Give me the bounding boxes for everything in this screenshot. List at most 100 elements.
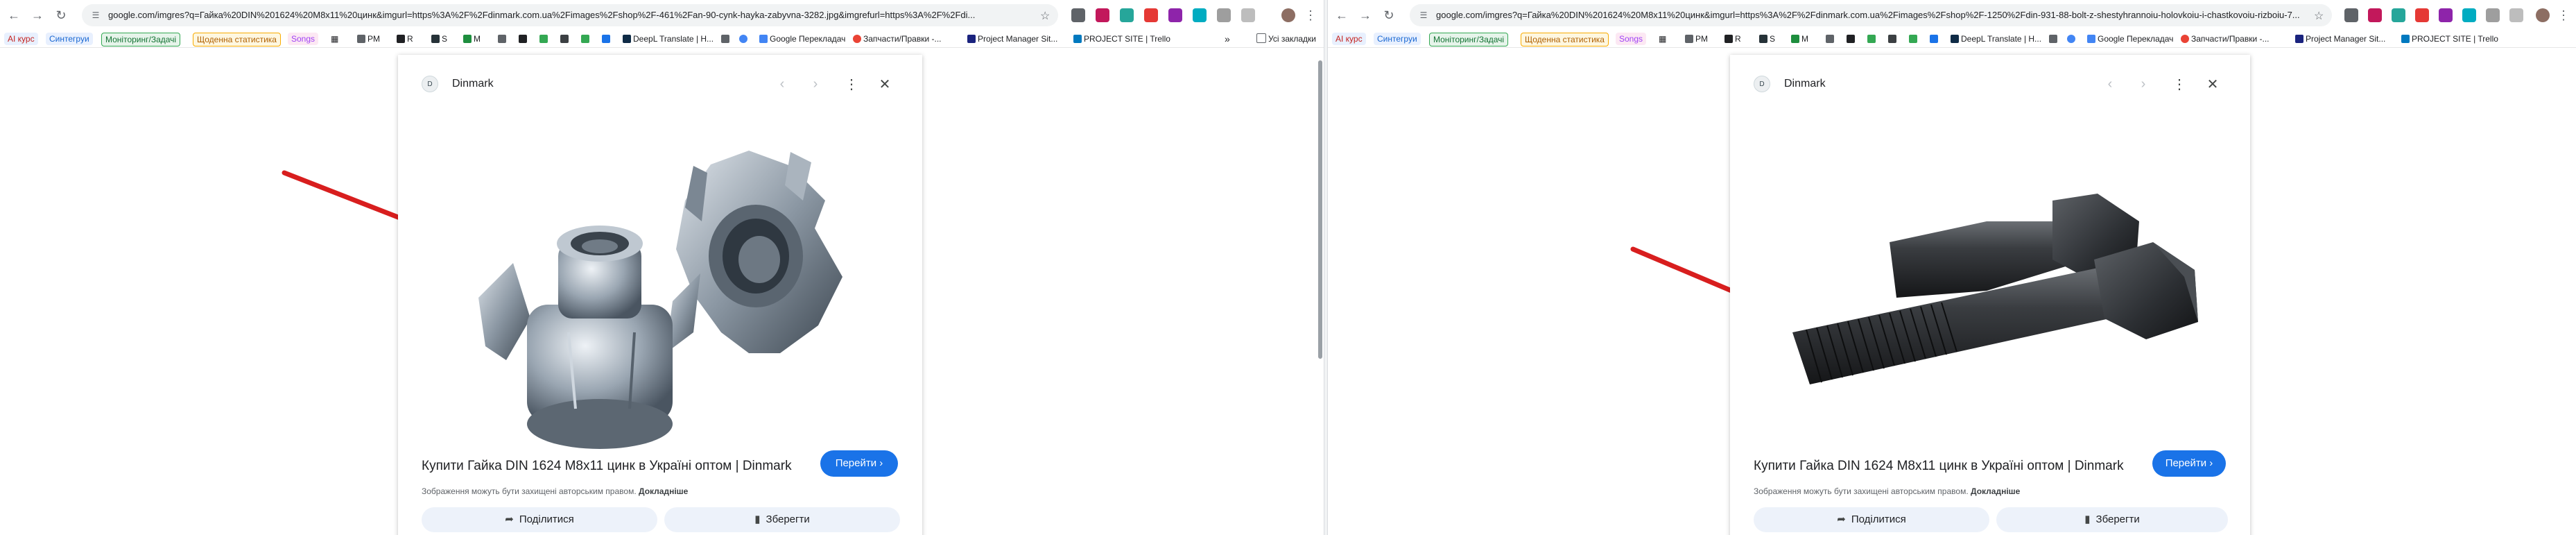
- bookmark-favicon-only[interactable]: [602, 33, 612, 45]
- back-button[interactable]: ←: [4, 6, 24, 25]
- forward-button[interactable]: →: [28, 6, 47, 25]
- prev-image-button[interactable]: ‹: [2100, 74, 2120, 94]
- bookmark-google-translate[interactable]: Google Перекладач: [759, 33, 845, 45]
- bookmark-s[interactable]: S: [431, 33, 447, 45]
- bookmark-pm[interactable]: PM: [357, 33, 380, 45]
- scrollbar-thumb[interactable]: [1318, 60, 1322, 359]
- bookmark-favicon-only[interactable]: [2067, 33, 2077, 45]
- back-button[interactable]: ←: [1332, 6, 1351, 25]
- bookmark-favicon-only[interactable]: [498, 33, 508, 45]
- visit-button[interactable]: Перейти ›: [820, 450, 898, 477]
- tune-icon[interactable]: ☰: [90, 10, 101, 21]
- product-image[interactable]: [1779, 194, 2222, 395]
- image-caption[interactable]: Купити Гайка DIN 1624 M8x11 цинк в Украї…: [422, 459, 792, 474]
- close-viewer-button[interactable]: ✕: [2203, 74, 2222, 94]
- visit-button[interactable]: Перейти ›: [2152, 450, 2226, 477]
- image-caption[interactable]: Купити Гайка DIN 1624 M8x11 цинк в Украї…: [1754, 459, 2124, 474]
- page-scrollbar[interactable]: [1317, 48, 1324, 535]
- bookmark-deepl[interactable]: DeepL Translate | Н...: [1951, 33, 2041, 45]
- bookmark-synergy[interactable]: Синтегруи: [1374, 33, 1421, 45]
- extension-icon[interactable]: [1120, 8, 1134, 22]
- address-url[interactable]: google.com/imgres?q=Гайка%20DIN%201624%2…: [1436, 10, 2303, 20]
- bookmark-project-site[interactable]: PROJECT SITE | Trello: [2401, 33, 2498, 45]
- bookmark-deepl[interactable]: DeepL Translate | Н...: [623, 33, 714, 45]
- address-url[interactable]: google.com/imgres?q=Гайка%20DIN%201624%2…: [108, 10, 1023, 20]
- source-favicon[interactable]: D: [1754, 76, 1770, 92]
- next-image-button[interactable]: ›: [806, 74, 825, 94]
- window-icon[interactable]: [1241, 8, 1255, 22]
- extensions-puzzle-icon[interactable]: [2486, 8, 2500, 22]
- extension-icon[interactable]: [1071, 8, 1085, 22]
- window-icon[interactable]: [2509, 8, 2523, 22]
- bookmark-m[interactable]: M: [1791, 33, 1808, 45]
- extension-icon[interactable]: [1193, 8, 1207, 22]
- source-name[interactable]: Dinmark: [1784, 78, 1826, 90]
- next-image-button[interactable]: ›: [2134, 74, 2153, 94]
- bookmark-daily-stats[interactable]: Щоденна статистика: [1521, 33, 1609, 46]
- bookmark-favicon-only[interactable]: [1909, 33, 1919, 45]
- extension-icon[interactable]: [2462, 8, 2476, 22]
- bookmark-r[interactable]: R: [397, 33, 413, 45]
- bookmark-favicon-only[interactable]: [2049, 33, 2059, 45]
- bookmark-r[interactable]: R: [1724, 33, 1741, 45]
- apps-grid-icon[interactable]: ▦: [1659, 33, 1666, 45]
- star-icon[interactable]: ☆: [2314, 9, 2324, 23]
- extension-icon[interactable]: [2415, 8, 2429, 22]
- extension-icon[interactable]: [1168, 8, 1182, 22]
- bookmark-favicon-only[interactable]: [1930, 33, 1940, 45]
- address-bar[interactable]: ☰ google.com/imgres?q=Гайка%20DIN%201624…: [82, 4, 1058, 26]
- forward-button[interactable]: →: [1356, 6, 1375, 25]
- bookmark-songs[interactable]: Songs: [288, 33, 319, 45]
- bookmark-spare-parts[interactable]: Запчасти/Правки -...: [853, 33, 942, 45]
- bookmark-favicon-only[interactable]: [1888, 33, 1899, 45]
- extension-icon[interactable]: [2368, 8, 2382, 22]
- extension-icon[interactable]: [1144, 8, 1158, 22]
- learn-more-link[interactable]: Докладніше: [639, 486, 688, 496]
- save-button[interactable]: ▮ Зберегти: [664, 507, 900, 532]
- bookmark-spare-parts[interactable]: Запчасти/Правки -...: [2181, 33, 2270, 45]
- bookmark-project-manager[interactable]: Project Manager Sit...: [967, 33, 1057, 45]
- tune-icon[interactable]: ☰: [1418, 10, 1429, 21]
- share-button[interactable]: ➦ Поділитися: [1754, 507, 1989, 532]
- bookmark-favicon-only[interactable]: [1847, 33, 1857, 45]
- bookmark-pm[interactable]: PM: [1685, 33, 1708, 45]
- source-favicon[interactable]: D: [422, 76, 438, 92]
- browser-menu-button[interactable]: ⋮: [2554, 6, 2573, 25]
- source-name[interactable]: Dinmark: [452, 78, 494, 90]
- reload-button[interactable]: ↻: [51, 6, 71, 25]
- save-button[interactable]: ▮ Зберегти: [1996, 507, 2228, 532]
- bookmark-s[interactable]: S: [1759, 33, 1775, 45]
- all-bookmarks[interactable]: Усі закладки: [1256, 33, 1316, 45]
- extensions-puzzle-icon[interactable]: [1217, 8, 1231, 22]
- share-button[interactable]: ➦ Поділитися: [422, 507, 657, 532]
- profile-avatar[interactable]: [2536, 8, 2550, 22]
- bookmark-project-site[interactable]: PROJECT SITE | Trello: [1073, 33, 1170, 45]
- bookmark-daily-stats[interactable]: Щоденна статистика: [193, 33, 281, 46]
- bookmark-favicon-only[interactable]: [721, 33, 732, 45]
- prev-image-button[interactable]: ‹: [772, 74, 792, 94]
- reload-button[interactable]: ↻: [1379, 6, 1399, 25]
- bookmark-favicon-only[interactable]: [560, 33, 571, 45]
- extension-icon[interactable]: [2344, 8, 2358, 22]
- bookmark-synergy[interactable]: Синтегруи: [46, 33, 93, 45]
- bookmark-favicon-only[interactable]: [539, 33, 550, 45]
- learn-more-link[interactable]: Докладніше: [1971, 486, 2020, 496]
- browser-menu-button[interactable]: ⋮: [1301, 6, 1320, 25]
- address-bar[interactable]: ☰ google.com/imgres?q=Гайка%20DIN%201624…: [1410, 4, 2332, 26]
- star-icon[interactable]: ☆: [1040, 9, 1050, 23]
- bookmark-project-manager[interactable]: Project Manager Sit...: [2295, 33, 2385, 45]
- close-viewer-button[interactable]: ✕: [875, 74, 894, 94]
- extension-icon[interactable]: [2392, 8, 2405, 22]
- apps-grid-icon[interactable]: ▦: [331, 33, 338, 45]
- bookmark-ai-course[interactable]: AI курс: [1332, 33, 1366, 45]
- more-options-button[interactable]: ⋮: [2170, 74, 2189, 94]
- bookmark-monitoring[interactable]: Моніторинг/Задачі: [101, 33, 181, 46]
- extension-icon[interactable]: [1096, 8, 1109, 22]
- bookmark-favicon-only[interactable]: [739, 33, 750, 45]
- product-image[interactable]: [465, 124, 857, 471]
- bookmark-favicon-only[interactable]: [1867, 33, 1878, 45]
- bookmark-songs[interactable]: Songs: [1616, 33, 1647, 45]
- bookmark-m[interactable]: M: [463, 33, 481, 45]
- bookmarks-more-button[interactable]: »: [1225, 33, 1230, 45]
- bookmark-google-translate[interactable]: Google Перекладач: [2087, 33, 2173, 45]
